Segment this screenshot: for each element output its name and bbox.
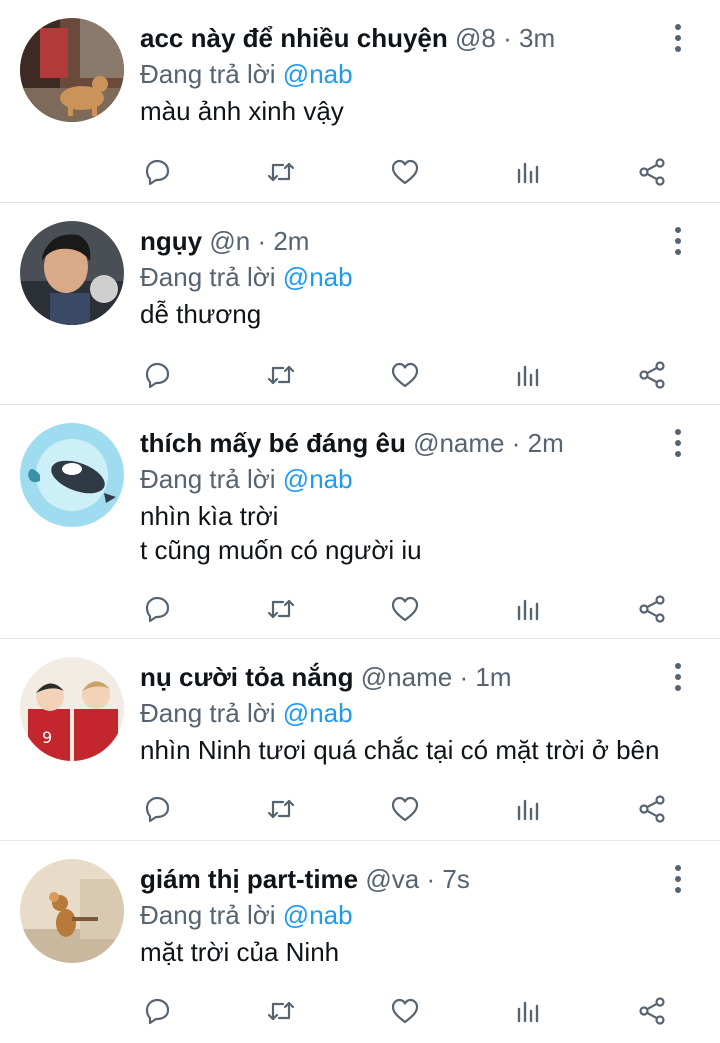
retweet-icon[interactable] <box>264 792 298 826</box>
reply-icon[interactable] <box>140 994 174 1028</box>
timestamp[interactable]: 1m <box>475 662 511 692</box>
timestamp[interactable]: 7s <box>442 864 469 894</box>
separator: · <box>511 428 521 458</box>
user-handle[interactable]: @8 <box>455 23 496 53</box>
tweet-text: màu ảnh xinh vậy <box>140 96 344 126</box>
reply-mention[interactable]: @nab <box>283 698 353 728</box>
avatar[interactable] <box>20 221 124 325</box>
display-name[interactable]: thích mấy bé đáng êu <box>140 428 406 458</box>
share-icon[interactable] <box>636 155 670 189</box>
like-icon[interactable] <box>388 358 422 392</box>
display-name[interactable]: ngụy <box>140 226 202 256</box>
reply-context: Đang trả lời @nab <box>140 259 720 295</box>
reply-prefix: Đang trả lời <box>140 59 276 89</box>
reply-context: Đang trả lời @nab <box>140 897 720 933</box>
tweet-actions <box>140 154 670 190</box>
analytics-icon[interactable] <box>512 994 546 1028</box>
tweet-header: thích mấy bé đáng êu @name · 2m <box>140 405 720 461</box>
reply-prefix: Đang trả lời <box>140 262 276 292</box>
share-icon[interactable] <box>636 994 670 1028</box>
tweet-header: acc này để nhiều chuyện @8 · 3m <box>140 0 720 56</box>
display-name[interactable]: nụ cười tỏa nắng <box>140 662 354 692</box>
analytics-icon[interactable] <box>512 592 546 626</box>
tweet-actions <box>140 591 670 627</box>
separator: · <box>426 864 436 894</box>
reply-prefix: Đang trả lời <box>140 900 276 930</box>
tweet[interactable]: thích mấy bé đáng êu @name · 2m Đang trả… <box>0 405 720 639</box>
more-options-icon[interactable] <box>668 663 688 691</box>
tweet-header: ngụy @n · 2m <box>140 203 720 259</box>
reply-feed: acc này để nhiều chuyện @8 · 3m Đang trả… <box>0 0 720 1043</box>
tweet-actions <box>140 791 670 827</box>
like-icon[interactable] <box>388 792 422 826</box>
tweet-text: dễ thương <box>140 299 262 329</box>
reply-mention[interactable]: @nab <box>283 59 353 89</box>
reply-mention[interactable]: @nab <box>283 262 353 292</box>
analytics-icon[interactable] <box>512 792 546 826</box>
user-handle[interactable]: @name <box>413 428 504 458</box>
retweet-icon[interactable] <box>264 994 298 1028</box>
more-options-icon[interactable] <box>668 429 688 457</box>
timestamp[interactable]: 3m <box>519 23 555 53</box>
tweet[interactable]: ngụy @n · 2m Đang trả lời @nab dễ thương <box>0 203 720 405</box>
retweet-icon[interactable] <box>264 358 298 392</box>
like-icon[interactable] <box>388 155 422 189</box>
analytics-icon[interactable] <box>512 155 546 189</box>
tweet-actions <box>140 357 670 393</box>
share-icon[interactable] <box>636 592 670 626</box>
reply-icon[interactable] <box>140 155 174 189</box>
tweet-text: mặt trời của Ninh <box>140 937 340 967</box>
avatar[interactable]: 9 <box>20 657 124 761</box>
tweet-text: nhìn Ninh tươi quá chắc tại có mặt trời … <box>140 735 660 765</box>
like-icon[interactable] <box>388 592 422 626</box>
timestamp[interactable]: 2m <box>273 226 309 256</box>
reply-mention[interactable]: @nab <box>283 464 353 494</box>
more-options-icon[interactable] <box>668 865 688 893</box>
tweet-actions <box>140 993 670 1029</box>
avatar[interactable] <box>20 423 124 527</box>
svg-text:9: 9 <box>42 728 52 747</box>
share-icon[interactable] <box>636 792 670 826</box>
analytics-icon[interactable] <box>512 358 546 392</box>
reply-icon[interactable] <box>140 592 174 626</box>
reply-context: Đang trả lời @nab <box>140 56 720 92</box>
tweet[interactable]: acc này để nhiều chuyện @8 · 3m Đang trả… <box>0 0 720 203</box>
tweet[interactable]: 9 nụ cười tỏa nắng @name · 1m Đang trả l… <box>0 639 720 841</box>
user-handle[interactable]: @n <box>209 226 250 256</box>
user-handle[interactable]: @va <box>365 864 419 894</box>
reply-context: Đang trả lời @nab <box>140 695 720 731</box>
tweet-header: giám thị part-time @va · 7s <box>140 841 720 897</box>
more-options-icon[interactable] <box>668 24 688 52</box>
like-icon[interactable] <box>388 994 422 1028</box>
display-name[interactable]: giám thị part-time <box>140 864 358 894</box>
retweet-icon[interactable] <box>264 592 298 626</box>
reply-icon[interactable] <box>140 792 174 826</box>
timestamp[interactable]: 2m <box>528 428 564 458</box>
retweet-icon[interactable] <box>264 155 298 189</box>
tweet-header: nụ cười tỏa nắng @name · 1m <box>140 639 720 695</box>
reply-icon[interactable] <box>140 358 174 392</box>
avatar[interactable] <box>20 859 124 963</box>
reply-prefix: Đang trả lời <box>140 464 276 494</box>
separator: · <box>459 662 469 692</box>
reply-mention[interactable]: @nab <box>283 900 353 930</box>
tweet-text: nhìn kìa trời t cũng muốn có người iu <box>140 501 422 565</box>
reply-prefix: Đang trả lời <box>140 698 276 728</box>
avatar[interactable] <box>20 18 124 122</box>
display-name[interactable]: acc này để nhiều chuyện <box>140 23 448 53</box>
separator: · <box>257 226 267 256</box>
reply-context: Đang trả lời @nab <box>140 461 720 497</box>
tweet[interactable]: giám thị part-time @va · 7s Đang trả lời… <box>0 841 720 1043</box>
user-handle[interactable]: @name <box>361 662 452 692</box>
separator: · <box>503 23 512 53</box>
share-icon[interactable] <box>636 358 670 392</box>
more-options-icon[interactable] <box>668 227 688 255</box>
